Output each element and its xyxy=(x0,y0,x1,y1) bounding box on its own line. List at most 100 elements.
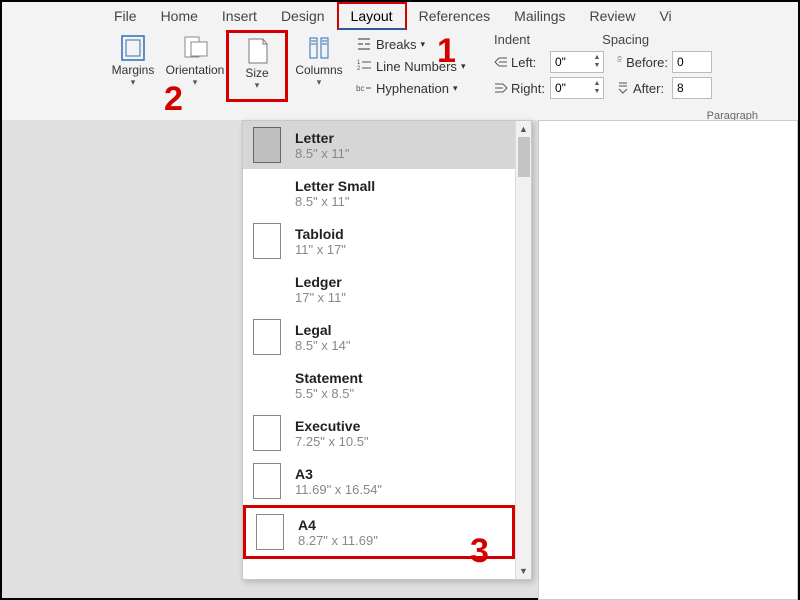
chevron-down-icon: ▾ xyxy=(453,83,458,94)
annotation-2: 2 xyxy=(164,80,183,119)
tab-home[interactable]: Home xyxy=(149,4,210,28)
orientation-label: Orientation xyxy=(166,64,225,77)
chevron-down-icon: ▾ xyxy=(193,77,198,88)
page-icon xyxy=(253,223,281,259)
scroll-thumb[interactable] xyxy=(518,137,530,177)
ribbon-tabs: FileHomeInsertDesignLayoutReferencesMail… xyxy=(2,2,798,30)
tab-insert[interactable]: Insert xyxy=(210,4,269,28)
spinner-down-icon[interactable]: ▼ xyxy=(591,88,603,96)
size-option-legal[interactable]: Legal8.5" x 14" xyxy=(243,313,515,361)
size-dropdown: Letter8.5" x 11"Letter Small8.5" x 11"Ta… xyxy=(242,120,532,580)
orientation-icon xyxy=(181,34,209,62)
page-icon xyxy=(256,514,284,550)
size-option-statement[interactable]: Statement5.5" x 8.5" xyxy=(243,361,515,409)
margins-icon xyxy=(119,34,147,62)
breaks-button[interactable]: Breaks ▾ xyxy=(356,36,476,52)
document-area[interactable] xyxy=(538,120,798,600)
line-numbers-button[interactable]: 12 Line Numbers ▾ xyxy=(356,58,476,74)
size-dimensions: 11.69" x 16.54" xyxy=(295,482,382,497)
spinner-up-icon[interactable]: ▲ xyxy=(591,80,603,88)
columns-label: Columns xyxy=(295,64,342,77)
spacing-before-label: Before: xyxy=(616,55,668,70)
size-dimensions: 8.27" x 11.69" xyxy=(298,533,378,548)
tab-design[interactable]: Design xyxy=(269,4,337,28)
spacing-before-value[interactable] xyxy=(673,55,693,69)
tab-review[interactable]: Review xyxy=(578,4,648,28)
chevron-down-icon: ▾ xyxy=(461,61,466,72)
size-dimensions: 8.5" x 11" xyxy=(295,194,375,209)
indent-right-label: Right: xyxy=(494,81,546,96)
spacing-before-input[interactable] xyxy=(672,51,712,73)
size-name: A3 xyxy=(295,466,382,482)
size-option-a3[interactable]: A311.69" x 16.54" xyxy=(243,457,515,505)
tab-file[interactable]: File xyxy=(102,4,149,28)
spinner-down-icon[interactable]: ▼ xyxy=(591,62,603,70)
spacing-header: Spacing xyxy=(602,32,649,47)
page-icon xyxy=(253,127,281,163)
size-dimensions: 11" x 17" xyxy=(295,242,346,257)
margins-label: Margins xyxy=(112,64,155,77)
tab-vi[interactable]: Vi xyxy=(647,4,683,28)
line-numbers-icon: 12 xyxy=(356,58,372,74)
page-icon xyxy=(253,415,281,451)
tab-references[interactable]: References xyxy=(407,4,503,28)
spacing-after-input[interactable] xyxy=(672,77,712,99)
chevron-down-icon: ▾ xyxy=(420,39,425,50)
size-name: Legal xyxy=(295,322,351,338)
svg-text:bc: bc xyxy=(356,84,364,93)
columns-button[interactable]: Columns ▾ xyxy=(288,30,350,102)
size-name: Tabloid xyxy=(295,226,346,242)
size-options-list: Letter8.5" x 11"Letter Small8.5" x 11"Ta… xyxy=(243,121,515,579)
tab-layout[interactable]: Layout xyxy=(337,2,407,31)
scroll-up-icon[interactable]: ▲ xyxy=(516,121,531,137)
margins-button[interactable]: Margins ▾ xyxy=(102,30,164,102)
size-option-ledger[interactable]: Ledger17" x 11" xyxy=(243,265,515,313)
annotation-3: 3 xyxy=(470,532,489,571)
indent-left-input[interactable]: ▲▼ xyxy=(550,51,604,73)
chevron-down-icon: ▾ xyxy=(317,77,322,88)
annotation-1: 1 xyxy=(437,32,456,71)
indent-right-input[interactable]: ▲▼ xyxy=(550,77,604,99)
spacing-after-value[interactable] xyxy=(673,81,693,95)
size-option-letter-small[interactable]: Letter Small8.5" x 11" xyxy=(243,169,515,217)
dropdown-scrollbar[interactable]: ▲ ▼ xyxy=(515,121,531,579)
size-name: Statement xyxy=(295,370,363,386)
hyphenation-label: Hyphenation xyxy=(376,81,449,96)
size-option-executive[interactable]: Executive7.25" x 10.5" xyxy=(243,409,515,457)
svg-text:2: 2 xyxy=(357,66,361,72)
size-label: Size xyxy=(245,67,268,80)
size-dimensions: 8.5" x 11" xyxy=(295,146,350,161)
scroll-down-icon[interactable]: ▼ xyxy=(516,563,531,579)
chevron-down-icon: ▾ xyxy=(255,80,260,91)
size-dimensions: 7.25" x 10.5" xyxy=(295,434,369,449)
page-icon xyxy=(253,463,281,499)
size-icon xyxy=(243,37,271,65)
columns-icon xyxy=(305,34,333,62)
size-dimensions: 17" x 11" xyxy=(295,290,346,305)
spacing-after-icon xyxy=(616,81,630,95)
size-name: Letter xyxy=(295,130,350,146)
hyphenation-button[interactable]: bc Hyphenation ▾ xyxy=(356,80,476,96)
paragraph-group: Indent Spacing Left: ▲▼ Before: xyxy=(478,30,718,120)
size-option-letter[interactable]: Letter8.5" x 11" xyxy=(243,121,515,169)
size-name: Ledger xyxy=(295,274,346,290)
page-setup-small: Breaks ▾ 12 Line Numbers ▾ bc Hyphenatio… xyxy=(350,30,478,120)
breaks-label: Breaks xyxy=(376,37,416,52)
indent-left-value[interactable] xyxy=(551,55,591,69)
hyphenation-icon: bc xyxy=(356,80,372,96)
spacing-after-label: After: xyxy=(616,81,668,96)
chevron-down-icon: ▾ xyxy=(131,77,136,88)
tab-mailings[interactable]: Mailings xyxy=(502,4,577,28)
spacing-before-icon xyxy=(616,55,623,69)
size-name: Letter Small xyxy=(295,178,375,194)
page-icon xyxy=(253,319,281,355)
breaks-icon xyxy=(356,36,372,52)
size-dimensions: 8.5" x 14" xyxy=(295,338,351,353)
size-button[interactable]: Size ▾ xyxy=(226,30,288,102)
size-option-tabloid[interactable]: Tabloid11" x 17" xyxy=(243,217,515,265)
indent-right-value[interactable] xyxy=(551,81,591,95)
indent-header: Indent xyxy=(494,32,530,47)
spinner-up-icon[interactable]: ▲ xyxy=(591,54,603,62)
size-name: Executive xyxy=(295,418,369,434)
indent-left-icon xyxy=(494,55,508,69)
